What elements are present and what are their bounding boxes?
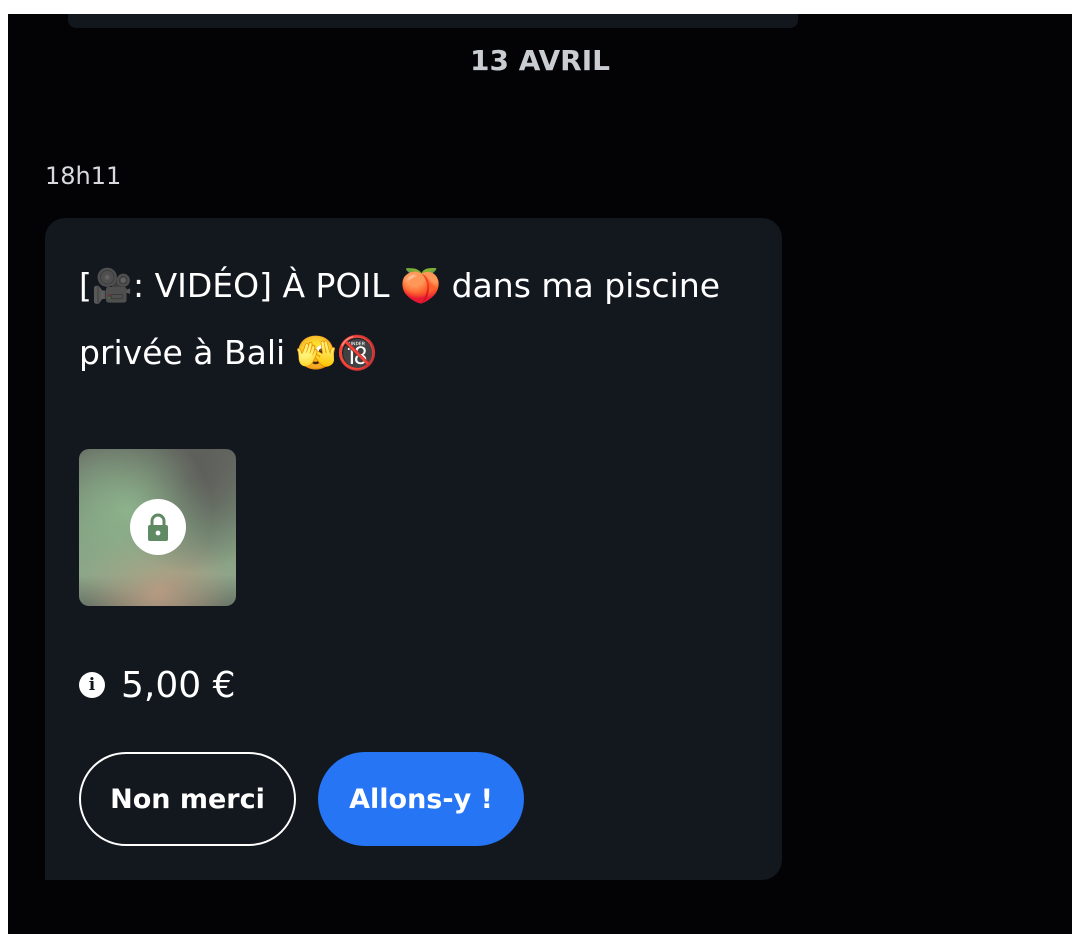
message-text: [🎥: VIDÉO] À POIL 🍑 dans ma piscine priv… <box>79 252 759 386</box>
lock-badge <box>130 499 186 555</box>
info-icon[interactable]: i <box>79 672 105 698</box>
message-text-line-1: [🎥: VIDÉO] À POIL 🍑 dans ma piscine <box>79 266 721 305</box>
date-separator: 13 AVRIL <box>470 44 610 77</box>
locked-media-thumbnail[interactable] <box>79 449 236 606</box>
message-text-line-2: privée à Bali 🫣🔞 <box>79 333 378 372</box>
price-row: i 5,00 € <box>79 662 236 708</box>
paid-message-card: [🎥: VIDÉO] À POIL 🍑 dans ma piscine priv… <box>45 218 782 880</box>
lock-icon <box>148 513 168 541</box>
decline-button[interactable]: Non merci <box>79 752 296 846</box>
price-label: 5,00 € <box>121 664 236 706</box>
accept-button[interactable]: Allons-y ! <box>318 752 524 846</box>
message-timestamp: 18h11 <box>45 162 122 190</box>
previous-message-card <box>68 14 798 28</box>
